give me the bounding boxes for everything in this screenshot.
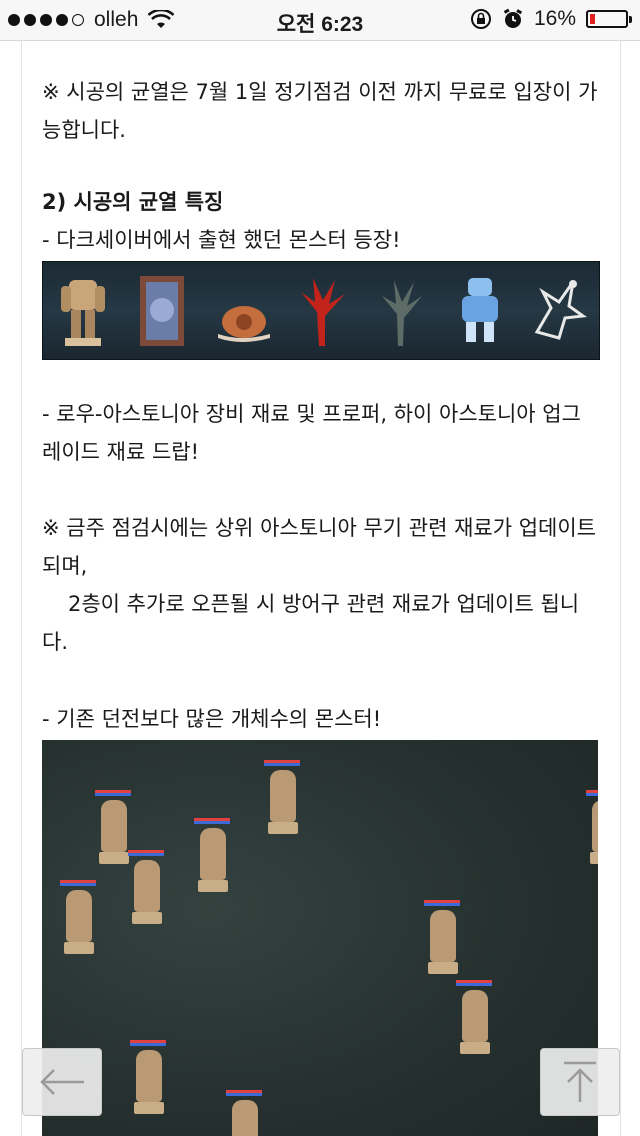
update-note-block: ※ 금주 점검시에는 상위 아스토니아 무기 관련 재료가 업데이트 되며, 2… xyxy=(42,509,600,661)
golem-sprite xyxy=(60,880,96,956)
alarm-icon xyxy=(503,8,523,28)
monster-lineup-image xyxy=(42,261,600,360)
scroll-to-top-button[interactable] xyxy=(540,1048,620,1116)
status-bar: olleh 오전 6:23 16% xyxy=(0,0,640,41)
red-tree-monster-image xyxy=(300,277,345,346)
section-heading: 2) 시공의 균열 특징 xyxy=(42,190,224,214)
dungeon-screenshot-image xyxy=(42,740,598,1136)
article-page[interactable]: ※ 시공의 균열은 7월 1일 정기점검 이전 까지 무료로 입장이 가능합니다… xyxy=(21,40,621,1136)
battery-percent: 16% xyxy=(533,7,576,30)
article-body: ※ 시공의 균열은 7월 1일 정기점검 이전 까지 무료로 입장이 가능합니다… xyxy=(42,73,600,149)
battery-level xyxy=(590,14,596,24)
note-update-line1: ※ 금주 점검시에는 상위 아스토니아 무기 관련 재료가 업데이트 되며, xyxy=(42,516,596,578)
golem-sprite xyxy=(95,790,131,866)
portal-monster-image xyxy=(140,275,185,346)
bullet-more-monsters: - 기존 던전보다 많은 개체수의 몬스터! xyxy=(42,707,382,731)
golem-sprite xyxy=(586,790,598,866)
rotation-lock-icon xyxy=(470,9,491,29)
ice-golem-monster-image xyxy=(461,277,498,342)
back-button[interactable] xyxy=(22,1048,102,1116)
bone-dragon-monster-image xyxy=(534,279,588,340)
note-free-entry: ※ 시공의 균열은 7월 1일 정기점검 이전 까지 무료로 입장이 가능합니다… xyxy=(42,80,598,142)
golem-sprite xyxy=(264,760,300,836)
golem-monster-image xyxy=(60,279,105,346)
golem-sprite xyxy=(194,818,230,894)
dark-tree-monster-image xyxy=(382,279,423,346)
drops-block: - 로우-아스토니아 장비 재료 및 프로퍼, 하이 아스토니아 업그레이드 재… xyxy=(42,395,600,471)
arrow-up-to-top-icon xyxy=(564,1061,596,1102)
more-monsters-block: - 기존 던전보다 많은 개체수의 몬스터! xyxy=(42,700,600,738)
snail-monster-image xyxy=(217,305,270,342)
golem-sprite xyxy=(226,1090,262,1136)
bullet-monsters: - 다크세이버에서 출현 했던 몬스터 등장! xyxy=(42,228,401,252)
golem-sprite xyxy=(456,980,492,1056)
section-block: 2) 시공의 균열 특징 - 다크세이버에서 출현 했던 몬스터 등장! xyxy=(42,183,600,259)
bullet-drops: - 로우-아스토니아 장비 재료 및 프로퍼, 하이 아스토니아 업그레이드 재… xyxy=(42,402,581,464)
status-icons: 16% xyxy=(470,7,632,31)
note-update-line2: 2층이 추가로 오픈될 시 방어구 관련 재료가 업데이트 됩니다. xyxy=(42,592,580,654)
golem-sprite xyxy=(424,900,460,976)
golem-sprite xyxy=(128,850,164,926)
golem-sprite xyxy=(130,1040,166,1116)
arrow-left-icon xyxy=(40,1069,84,1095)
battery-icon xyxy=(586,10,632,28)
